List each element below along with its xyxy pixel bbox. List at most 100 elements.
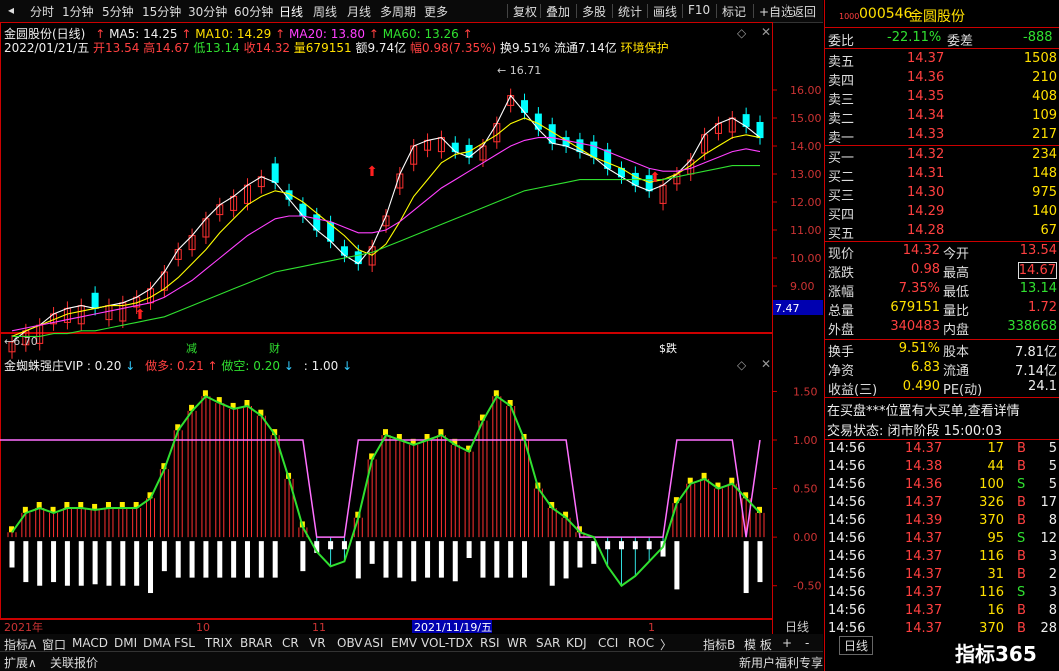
toolbar-action-5[interactable]: F10 [688,3,710,17]
tick-volume: 95 [987,531,1004,546]
period-tab-6[interactable]: 日线 [279,3,303,20]
indicator-tab-4[interactable]: DMA [143,636,171,650]
ask-volume[interactable]: 1508 [1024,51,1057,66]
kline-chart[interactable]: 9.0010.0011.0012.0013.0014.0015.0016.007… [0,22,823,634]
quote-value: 0.98 [911,262,940,277]
period-tab-0[interactable]: 分时 [30,3,54,20]
bid-volume[interactable]: 148 [1032,166,1057,181]
expand-button[interactable]: 扩展∧ [4,654,37,671]
period-tab-4[interactable]: 30分钟 [188,3,227,20]
bid-price: 14.30 [907,185,945,200]
volume-strength-bar [9,541,15,568]
indicator-tab-11[interactable]: ASI [364,636,383,650]
ask-volume[interactable]: 109 [1032,108,1057,123]
period-tab-1[interactable]: 1分钟 [62,3,94,20]
toolbar-action-4[interactable]: 画线 [653,3,677,20]
indicator-tab-12[interactable]: EMV [391,636,417,650]
panel-divider [825,439,1059,440]
period-tab-10[interactable]: 更多 [424,3,448,20]
daily-tab[interactable]: 日线 [839,636,874,655]
big-order-notice[interactable]: 在买盘***位置有大买单,查看详情 [827,400,1058,419]
candle-body [340,246,348,256]
volume-strength-bar [646,541,652,550]
tick-volume: 44 [987,459,1004,474]
quote-value: 679151 [890,300,940,315]
toolbar-action-0[interactable]: 复权 [513,3,537,20]
indicator-tab-2[interactable]: MACD [72,636,108,650]
period-label[interactable]: 日线 [785,620,809,634]
volume-strength-bar [189,541,195,578]
quote-value: 7.35% [898,281,940,296]
indicator-tab-14[interactable]: RSI [480,636,500,650]
quote-label: 涨幅 [828,285,855,300]
indicator-tab-8[interactable]: CR [282,636,299,650]
period-tab-9[interactable]: 多周期 [380,3,416,20]
period-tab-5[interactable]: 60分钟 [234,3,273,20]
volume-strength-bar [494,541,500,578]
indicator-tab-16[interactable]: SAR [536,636,560,650]
period-tab-7[interactable]: 周线 [313,3,337,20]
toolbar-action-6[interactable]: 标记 [722,3,746,20]
period-tab-3[interactable]: 15分钟 [142,3,181,20]
ask-volume[interactable]: 408 [1032,89,1057,104]
zone-line [0,439,761,538]
indicator-tab-6[interactable]: TRIX [205,636,232,650]
volume-strength-bar [605,541,611,550]
indicator-tab-7[interactable]: BRAR [240,636,273,650]
bid-volume[interactable]: 234 [1032,147,1057,162]
bid-volume[interactable]: 67 [1040,223,1057,238]
low-price-mark: ←6.70 [4,335,38,348]
indicator-tick-label: 1.50 [793,385,818,398]
weibi-label: 委比 [828,34,855,49]
promo-link[interactable]: 新用户福利专享 [739,654,823,671]
toolbar-divider [612,4,613,18]
indicator-close-icon[interactable]: ✕ [761,357,771,371]
toolbar-action-8[interactable]: 返回 [792,3,816,20]
event-marker[interactable]: 减 [186,342,197,355]
ask-price: 14.33 [907,127,945,142]
volume-strength-bar [508,541,514,578]
indicator-tab-9[interactable]: VR [309,636,326,650]
tick-count: 5 [1048,441,1057,456]
fundamental-label: 收益(三) [828,383,878,398]
indicator-tab-17[interactable]: KDJ [566,636,587,650]
fundamental-label: 换手 [828,345,855,360]
volume-strength-bar [217,541,223,578]
toolbar-action-1[interactable]: 叠加 [546,3,570,20]
bid-volume[interactable]: 975 [1032,185,1057,200]
event-marker[interactable]: $跌 [659,341,677,355]
indicator-tab-3[interactable]: DMI [114,636,137,650]
indicator-tab-23[interactable]: + [782,636,792,650]
bid-volume[interactable]: 140 [1032,204,1057,219]
toolbar-divider [540,4,541,18]
panel-divider [825,48,1059,49]
indicator-options-icon[interactable]: ◇ [737,358,746,372]
toolbar-action-7[interactable]: +自选 [759,3,793,20]
indicator-tab-18[interactable]: CCI [598,636,618,650]
price-tick-label: 16.00 [790,84,822,97]
event-marker[interactable]: 财 [269,341,280,355]
toolbar-action-3[interactable]: 统计 [618,3,642,20]
candle-body [451,142,459,153]
chart-options-icon[interactable]: ◇ [737,26,746,40]
indicator-tab-10[interactable]: OBV [337,636,363,650]
indicator-tab-24[interactable]: - [805,636,809,650]
period-tab-2[interactable]: 5分钟 [102,3,134,20]
volume-strength-bar [64,541,70,586]
toolbar-menu-icon[interactable]: ◂ [8,3,14,17]
indicator-tab-19[interactable]: ROC [628,636,654,650]
volume-strength-bar [438,541,444,578]
volume-strength-bar [244,541,250,578]
panel-divider [825,27,1059,28]
period-tab-8[interactable]: 月线 [347,3,371,20]
indicator-tab-15[interactable]: WR [507,636,527,650]
indicator-tab-13[interactable]: VOL-TDX [421,636,473,650]
fundamental-value: 7.81亿 [1015,345,1057,360]
ask-volume[interactable]: 217 [1032,127,1057,142]
indicator-tab-5[interactable]: FSL [174,636,195,650]
related-quote-button[interactable]: 关联报价 [50,654,98,671]
quote-value: 340483 [890,319,940,334]
chart-close-icon[interactable]: ✕ [761,25,771,39]
toolbar-action-2[interactable]: 多股 [582,3,606,20]
ask-volume[interactable]: 210 [1032,70,1057,85]
